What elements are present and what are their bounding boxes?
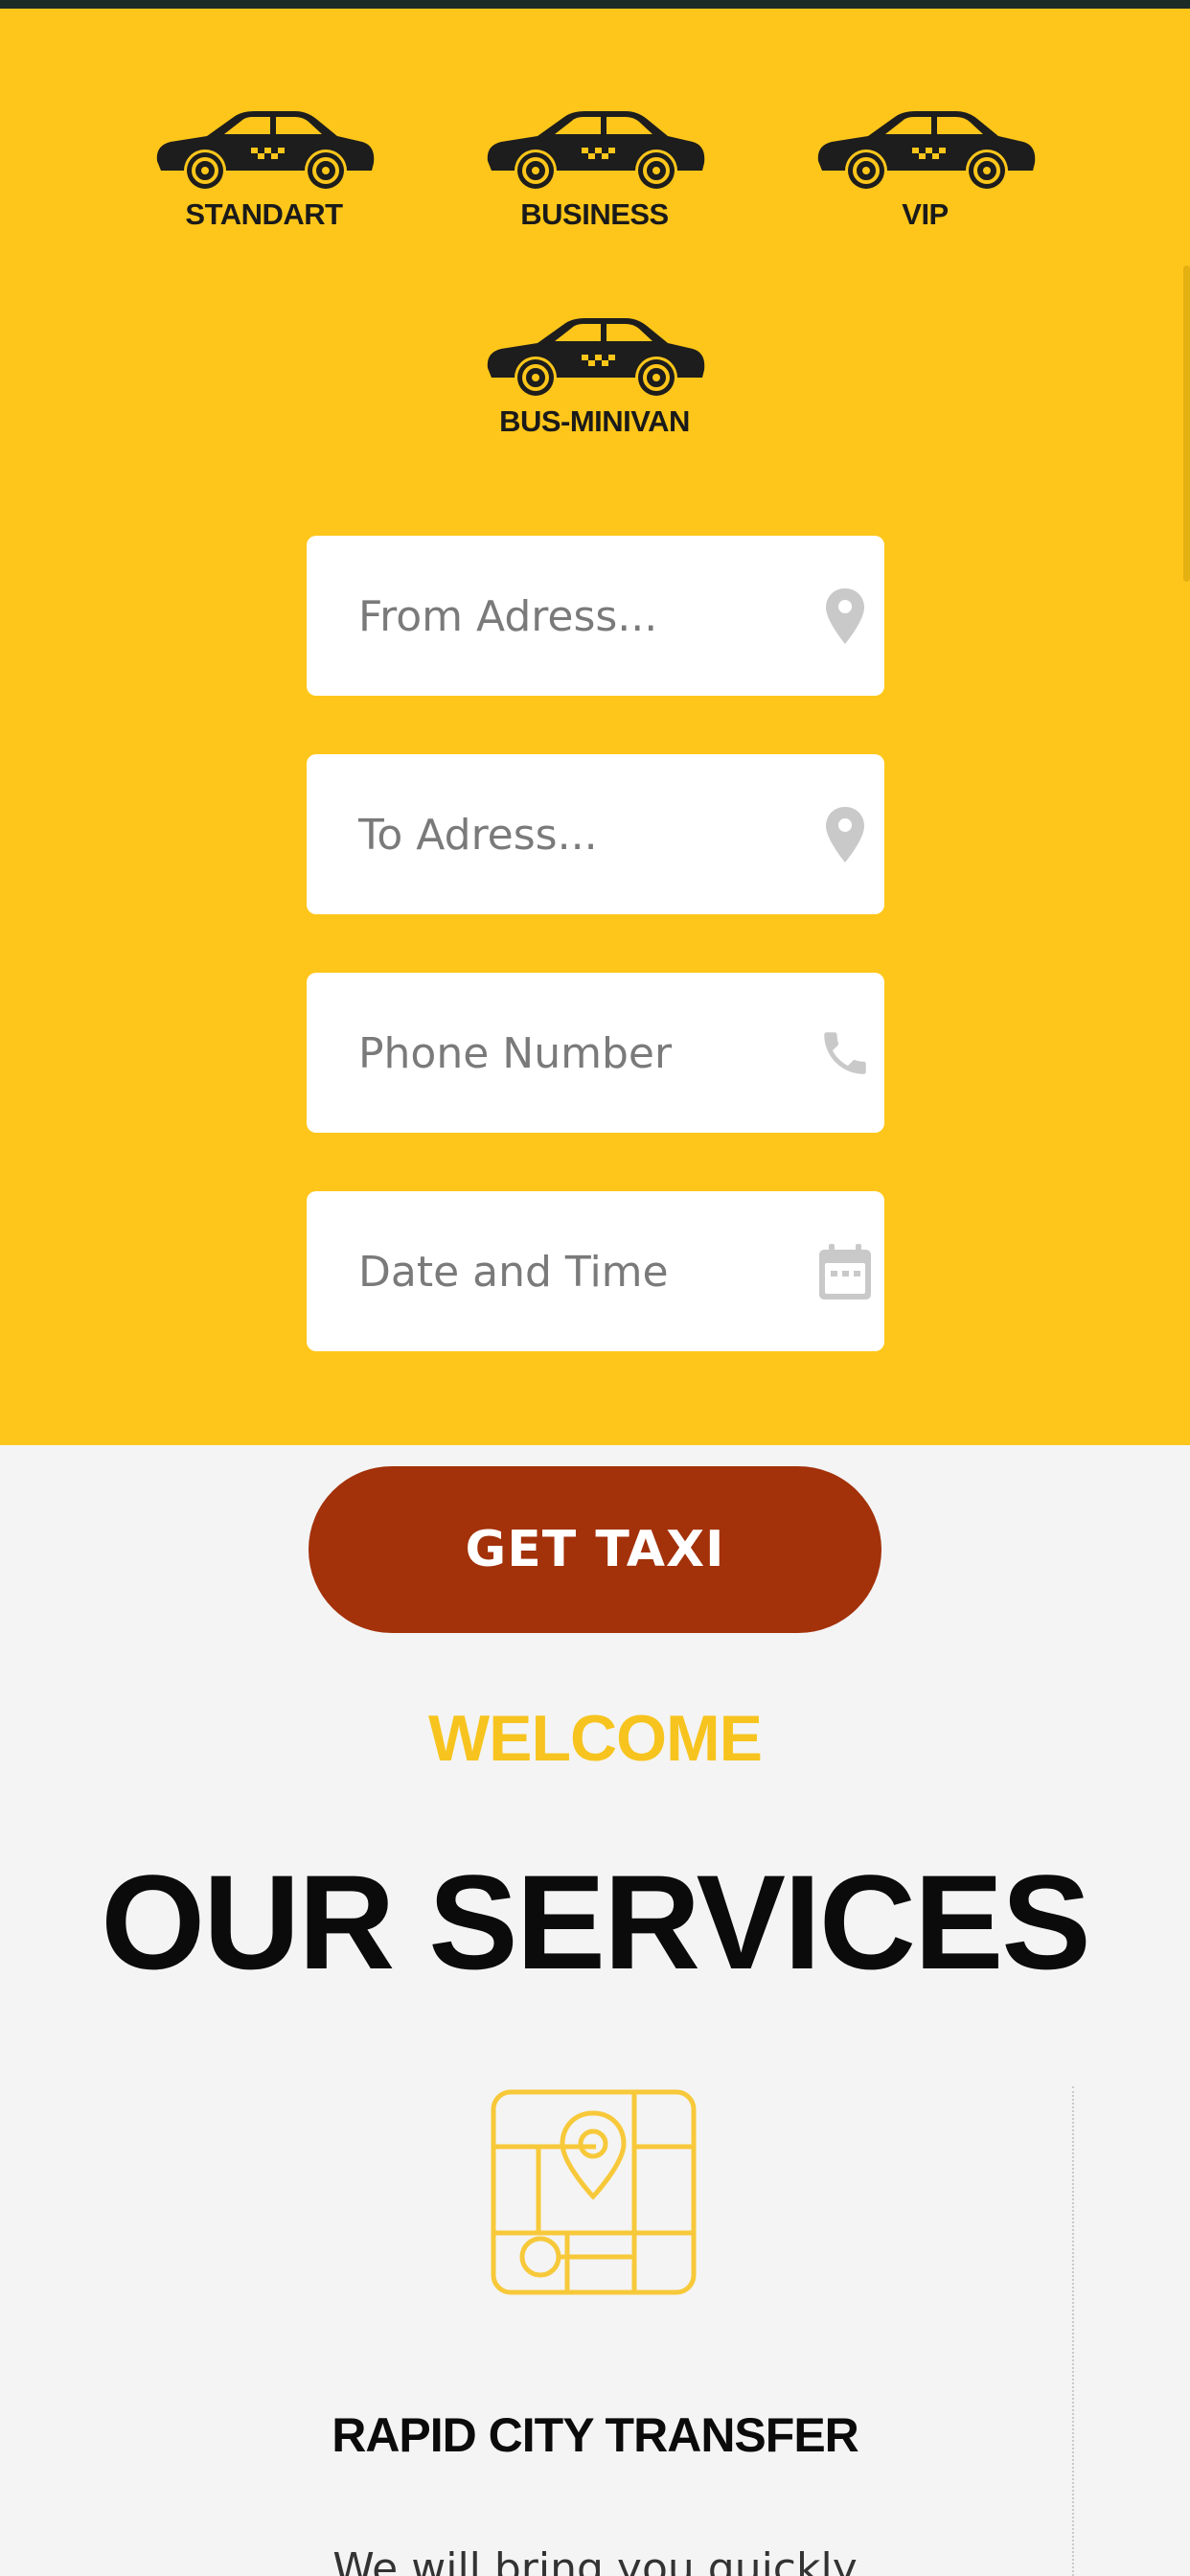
- city-map-icon: [491, 2089, 697, 2295]
- to-address-input[interactable]: [358, 796, 780, 873]
- taxi-car-icon: [817, 111, 1035, 189]
- car-type-business[interactable]: BUSINESS: [429, 104, 760, 232]
- service-description: We will bring you quickly: [332, 2544, 858, 2576]
- phone-number-input[interactable]: [358, 1015, 780, 1092]
- car-type-label: BUS-MINIVAN: [499, 404, 690, 438]
- column-divider: [1072, 2086, 1074, 2576]
- from-address-field[interactable]: [307, 536, 884, 696]
- scrollbar[interactable]: [1183, 265, 1190, 582]
- from-address-input[interactable]: [358, 578, 780, 655]
- to-address-field[interactable]: [307, 754, 884, 914]
- phone-icon: [813, 1022, 877, 1085]
- map-pin-icon: [813, 803, 877, 866]
- car-type-label: STANDART: [185, 197, 343, 231]
- taxi-car-icon: [156, 111, 374, 189]
- car-type-vip[interactable]: VIP: [760, 104, 1090, 232]
- section-kicker: WELCOME: [427, 1702, 763, 1775]
- taxi-car-icon: [487, 318, 704, 396]
- section-title: OUR SERVICES: [101, 1847, 1090, 1997]
- phone-number-field[interactable]: [307, 973, 884, 1133]
- car-type-standart[interactable]: STANDART: [99, 104, 429, 232]
- car-type-bus-minivan[interactable]: BUS-MINIVAN: [429, 310, 760, 439]
- map-pin-icon: [813, 585, 877, 648]
- get-taxi-button[interactable]: GET TAXI: [309, 1466, 881, 1633]
- car-type-label: BUSINESS: [520, 197, 669, 231]
- date-time-field[interactable]: [307, 1191, 884, 1351]
- car-type-label: VIP: [902, 197, 949, 231]
- service-title: RAPID CITY TRANSFER: [332, 2408, 859, 2462]
- calendar-icon: [813, 1240, 877, 1303]
- hero-image-bottom-edge: [0, 0, 1190, 9]
- date-time-input[interactable]: [358, 1233, 780, 1310]
- taxi-car-icon: [487, 111, 704, 189]
